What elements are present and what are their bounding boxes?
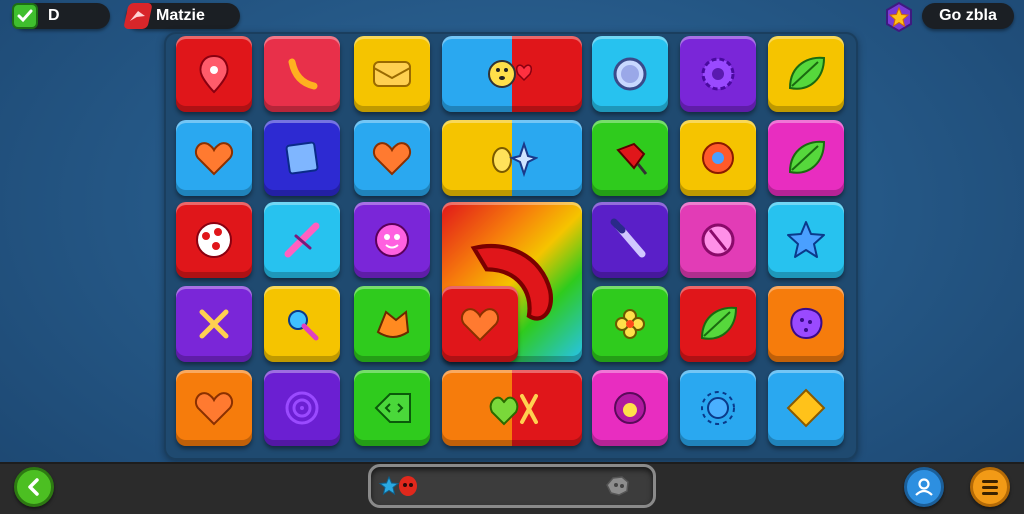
tile-envelope[interactable] [354, 36, 430, 112]
donut-icon [702, 142, 734, 174]
tile-pin[interactable] [592, 120, 668, 196]
no-sign-icon [701, 223, 735, 257]
currency-label: Go zbla [939, 7, 997, 24]
star-badge-icon[interactable] [884, 2, 914, 32]
mode-pill[interactable]: Matzie [123, 3, 240, 29]
tile-star[interactable] [768, 202, 844, 278]
banana-icon [288, 58, 318, 90]
heart-icon [460, 308, 500, 342]
tile-cookie[interactable] [768, 286, 844, 362]
tile-leaf-red[interactable] [680, 286, 756, 362]
tile-bear-heart[interactable] [442, 36, 582, 112]
cross-icon [284, 222, 320, 258]
tile-leaf[interactable] [768, 36, 844, 112]
user-icon [915, 478, 933, 496]
brush-icon [610, 218, 646, 258]
envelope-icon [373, 61, 411, 87]
tile-spiral[interactable] [264, 370, 340, 446]
heart-icon [372, 142, 412, 176]
tile-no-sign[interactable] [680, 202, 756, 278]
tile-arrow-box[interactable] [354, 370, 430, 446]
heart-icon [194, 392, 234, 426]
smiley-icon [375, 223, 409, 257]
checkmark-icon [12, 3, 38, 29]
tile-face[interactable] [354, 202, 430, 278]
tile-heart-x[interactable] [442, 370, 582, 446]
tile-heart-lime[interactable] [176, 370, 252, 446]
blob-icon [614, 392, 646, 424]
back-button[interactable] [14, 467, 54, 507]
flower-icon [615, 309, 645, 339]
cookie-icon [790, 308, 823, 340]
rock-icon [606, 476, 629, 496]
currency-pill[interactable]: Go zbla [922, 3, 1014, 29]
dots-icon [196, 222, 232, 258]
star-icon [787, 221, 825, 258]
tile-x-purple[interactable] [176, 286, 252, 362]
x-icon [199, 309, 229, 339]
tile-dice[interactable] [176, 202, 252, 278]
square-gem-icon [285, 141, 319, 175]
skull-icon [399, 476, 417, 496]
tile-square[interactable] [264, 120, 340, 196]
tile-flower-pink[interactable] [592, 370, 668, 446]
tile-bird-star[interactable] [442, 120, 582, 196]
pushpin-icon [616, 142, 648, 175]
leaf-icon [788, 56, 826, 90]
tile-diamond[interactable] [768, 370, 844, 446]
heart-icon [194, 142, 234, 176]
tile-cross-pink[interactable] [264, 202, 340, 278]
fox-icon [376, 310, 410, 338]
bear-face-icon [488, 60, 533, 88]
star-icon [378, 475, 400, 496]
menu-button[interactable] [970, 467, 1010, 507]
tile-sun[interactable] [680, 370, 756, 446]
balloon-icon [199, 54, 229, 94]
tile-heart-small[interactable] [354, 120, 430, 196]
leaf-icon [700, 306, 738, 340]
tile-brush[interactable] [592, 202, 668, 278]
flag-icon [123, 3, 153, 29]
sun-icon [701, 391, 735, 425]
leaf-icon [788, 140, 826, 174]
tile-key[interactable] [264, 286, 340, 362]
gear-icon [701, 57, 735, 91]
left-counter-label: D [48, 7, 60, 24]
key-icon [288, 310, 319, 341]
tile-gear[interactable] [680, 36, 756, 112]
chevron-left-icon [28, 478, 39, 496]
tile-flower[interactable] [592, 286, 668, 362]
ring-icon [613, 57, 647, 91]
arrow-box-icon [374, 393, 411, 423]
tile-leaf-magenta[interactable] [768, 120, 844, 196]
tile-fox[interactable] [354, 286, 430, 362]
heart-x-icon [489, 394, 538, 426]
mode-label: Matzie [156, 7, 205, 24]
tile-ring[interactable] [592, 36, 668, 112]
bird-icon [492, 140, 538, 178]
tile-banana[interactable] [264, 36, 340, 112]
hamburger-icon [982, 480, 998, 495]
left-counter-pill: D [12, 3, 110, 29]
spiral-icon [285, 391, 319, 425]
tile-heart-orange[interactable] [176, 120, 252, 196]
tile-balloon[interactable] [176, 36, 252, 112]
progress-tray [368, 464, 656, 508]
game-board [164, 32, 858, 460]
diamond-icon [786, 388, 826, 428]
tile-heart-red[interactable] [442, 286, 518, 362]
tile-donut[interactable] [680, 120, 756, 196]
profile-button[interactable] [904, 467, 944, 507]
